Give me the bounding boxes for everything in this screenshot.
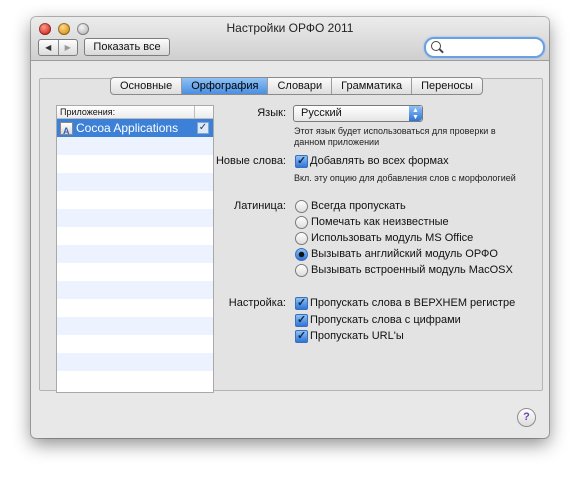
forward-icon[interactable]: ▶ bbox=[57, 40, 78, 55]
latin-option-label: Использовать модуль MS Office bbox=[311, 232, 474, 244]
tab-hyphenation[interactable]: Переносы bbox=[411, 78, 482, 94]
app-enabled-checkbox[interactable]: ✓ bbox=[197, 122, 209, 134]
list-item bbox=[57, 173, 213, 191]
skip-uppercase-label: Пропускать слова в ВЕРХНЕМ регистре bbox=[310, 297, 516, 309]
titlebar: Настройки ОРФО 2011 ◀ ▶ Показать все bbox=[31, 17, 549, 61]
latin-radio-skip[interactable] bbox=[295, 200, 308, 213]
application-icon bbox=[60, 122, 73, 140]
list-item bbox=[57, 245, 213, 263]
latin-option-label: Помечать как неизвестные bbox=[311, 216, 449, 228]
list-item bbox=[57, 155, 213, 173]
latin-radio-macosx[interactable] bbox=[295, 264, 308, 277]
language-select[interactable]: Русский ▲ ▼ bbox=[293, 105, 423, 122]
skip-digits-checkbox[interactable] bbox=[295, 313, 308, 327]
column-separator bbox=[194, 106, 195, 118]
back-icon[interactable]: ◀ bbox=[39, 40, 58, 55]
add-all-forms-checkbox[interactable] bbox=[295, 154, 308, 168]
list-item bbox=[57, 299, 213, 317]
list-item bbox=[57, 209, 213, 227]
latin-label: Латиница: bbox=[234, 200, 286, 212]
skip-urls-checkbox[interactable] bbox=[295, 329, 308, 343]
latin-radio-english-orfo[interactable] bbox=[295, 248, 308, 261]
skip-uppercase-checkbox[interactable] bbox=[295, 296, 308, 310]
language-hint-line1: Этот язык будет использоваться для прове… bbox=[294, 126, 496, 136]
tab-bar: Основные Орфография Словари Грамматика П… bbox=[110, 77, 483, 95]
tab-spelling[interactable]: Орфография bbox=[181, 78, 268, 94]
window-title: Настройки ОРФО 2011 bbox=[226, 21, 354, 35]
show-all-button[interactable]: Показать все bbox=[84, 38, 170, 56]
applications-list[interactable]: Приложения: Cocoa Applications ✓ bbox=[56, 105, 214, 393]
list-item bbox=[57, 353, 213, 371]
latin-option-label: Вызывать встроенный модуль MacOSX bbox=[311, 264, 513, 276]
search-field[interactable] bbox=[424, 37, 545, 58]
nav-buttons: ◀ ▶ bbox=[38, 39, 78, 56]
settings-label: Настройка: bbox=[228, 297, 286, 309]
list-item bbox=[57, 371, 213, 389]
new-words-label: Новые слова: bbox=[215, 155, 286, 167]
list-item bbox=[57, 281, 213, 299]
language-value: Русский bbox=[301, 107, 342, 119]
language-hint-line2: данном приложении bbox=[294, 137, 380, 147]
list-item bbox=[57, 227, 213, 245]
skip-urls-label: Пропускать URL'ы bbox=[310, 330, 404, 342]
list-item bbox=[57, 191, 213, 209]
latin-radio-ms-office[interactable] bbox=[295, 232, 308, 245]
language-label: Язык: bbox=[257, 107, 286, 119]
search-icon bbox=[431, 41, 441, 51]
list-item bbox=[57, 137, 213, 155]
help-button[interactable]: ? bbox=[517, 408, 536, 427]
list-item[interactable]: Cocoa Applications ✓ bbox=[57, 119, 213, 140]
add-all-forms-label: Добавлять во всех формах bbox=[310, 155, 449, 167]
popup-arrows-icon: ▲ ▼ bbox=[409, 106, 422, 121]
skip-digits-label: Пропускать слова с цифрами bbox=[310, 314, 461, 326]
applications-header: Приложения: bbox=[57, 106, 213, 119]
app-name: Cocoa Applications bbox=[76, 121, 179, 135]
list-item bbox=[57, 335, 213, 353]
latin-option-label: Всегда пропускать bbox=[311, 200, 406, 212]
latin-radio-mark-unknown[interactable] bbox=[295, 216, 308, 229]
latin-option-label: Вызывать английский модуль ОРФО bbox=[311, 248, 498, 260]
list-item bbox=[57, 317, 213, 335]
tab-general[interactable]: Основные bbox=[111, 78, 181, 94]
tab-dictionaries[interactable]: Словари bbox=[267, 78, 331, 94]
list-item bbox=[57, 263, 213, 281]
new-words-hint: Вкл. эту опцию для добавления слов с мор… bbox=[294, 173, 516, 183]
applications-header-label: Приложения: bbox=[60, 107, 116, 117]
tab-grammar[interactable]: Грамматика bbox=[331, 78, 411, 94]
